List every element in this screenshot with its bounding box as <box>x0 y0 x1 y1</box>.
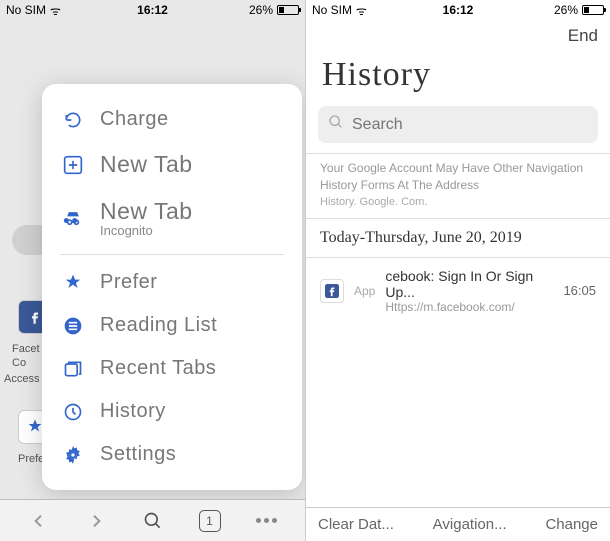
history-row[interactable]: App cebook: Sign In Or Sign Up... Https:… <box>306 258 610 324</box>
overflow-menu: Charge New Tab New Tab Incognito Prefer … <box>42 84 302 490</box>
status-bar: No SIM ᯤ 16:12 26% <box>306 0 610 20</box>
favicon-facebook <box>320 279 344 303</box>
incognito-icon <box>62 207 84 229</box>
history-row-app: App <box>354 284 375 298</box>
menu-label: New Tab <box>100 198 193 225</box>
back-button[interactable] <box>24 506 54 536</box>
battery-pct: 26% <box>249 3 273 17</box>
page-title: History <box>306 52 610 106</box>
battery-pct: 26% <box>554 3 578 17</box>
menu-item-incognito-tab[interactable]: New Tab Incognito <box>42 188 302 248</box>
search-input[interactable] <box>352 116 588 134</box>
menu-item-history[interactable]: History <box>42 390 302 433</box>
menu-item-new-tab[interactable]: New Tab <box>42 141 302 188</box>
list-icon <box>62 315 84 337</box>
battery-icon <box>582 5 604 15</box>
wifi-icon: ᯤ <box>50 2 61 19</box>
gear-icon <box>62 444 84 466</box>
tab-count: 1 <box>199 510 221 532</box>
left-screenshot: No SIMᯤ 16:12 26% Facet Co Access Prefe … <box>0 0 305 541</box>
tile-label-2: Access <box>4 373 39 385</box>
clear-data-button[interactable]: Clear Dat... <box>318 516 394 533</box>
menu-label: Charge <box>100 108 169 131</box>
carrier-label: No SIM <box>6 3 46 17</box>
menu-item-recent-tabs[interactable]: Recent Tabs <box>42 347 302 390</box>
navigation-label: Avigation... <box>433 516 507 533</box>
history-row-url: Https://m.facebook.com/ <box>385 300 553 314</box>
menu-label: Recent Tabs <box>100 357 216 380</box>
status-time: 16:12 <box>443 3 474 17</box>
change-button[interactable]: Change <box>545 516 598 533</box>
search-field[interactable] <box>318 106 598 143</box>
right-screenshot: No SIM ᯤ 16:12 26% End History Your Googl… <box>305 0 610 541</box>
bottom-toolbar: 1 <box>0 499 305 541</box>
menu-item-bookmarks[interactable]: Prefer <box>42 261 302 304</box>
sync-info-text: Your Google Account May Have Other Navig… <box>306 154 610 196</box>
search-icon <box>328 114 344 135</box>
star-icon <box>62 272 84 294</box>
wifi-icon: ᯤ <box>356 2 367 19</box>
search-button[interactable] <box>138 506 168 536</box>
reload-icon <box>62 109 84 131</box>
status-bar: No SIM ᯤ 16:12 26% <box>0 0 305 20</box>
more-button[interactable] <box>252 506 282 536</box>
menu-label: Reading List <box>100 314 217 337</box>
tabs-icon <box>62 358 84 380</box>
tile-label-1b: Co <box>12 357 26 369</box>
menu-sublabel: Incognito <box>100 223 193 238</box>
menu-label: Settings <box>100 443 176 466</box>
menu-item-settings[interactable]: Settings <box>42 433 302 476</box>
history-icon <box>62 401 84 423</box>
menu-item-reload[interactable]: Charge <box>42 98 302 141</box>
tile-label-3: Prefe <box>18 453 44 465</box>
menu-separator <box>60 254 284 255</box>
menu-label: New Tab <box>100 151 193 178</box>
plus-icon <box>62 154 84 176</box>
status-time: 16:12 <box>137 3 168 17</box>
carrier-label: No SIM <box>312 3 352 17</box>
history-row-time: 16:05 <box>563 283 596 298</box>
dots-icon <box>256 518 277 523</box>
menu-label: History <box>100 400 166 423</box>
battery-icon <box>277 5 299 15</box>
sync-info-link[interactable]: History. Google. Com. <box>306 196 610 218</box>
done-button[interactable]: End <box>306 20 610 52</box>
tabs-button[interactable]: 1 <box>195 506 225 536</box>
menu-item-reading-list[interactable]: Reading List <box>42 304 302 347</box>
menu-label: Prefer <box>100 271 157 294</box>
tile-label-1a: Facet <box>12 343 40 355</box>
history-footer: Clear Dat... Avigation... Change <box>306 507 610 541</box>
forward-button[interactable] <box>81 506 111 536</box>
history-date-header: Today-Thursday, June 20, 2019 <box>306 219 610 257</box>
history-row-title: cebook: Sign In Or Sign Up... <box>385 268 553 300</box>
